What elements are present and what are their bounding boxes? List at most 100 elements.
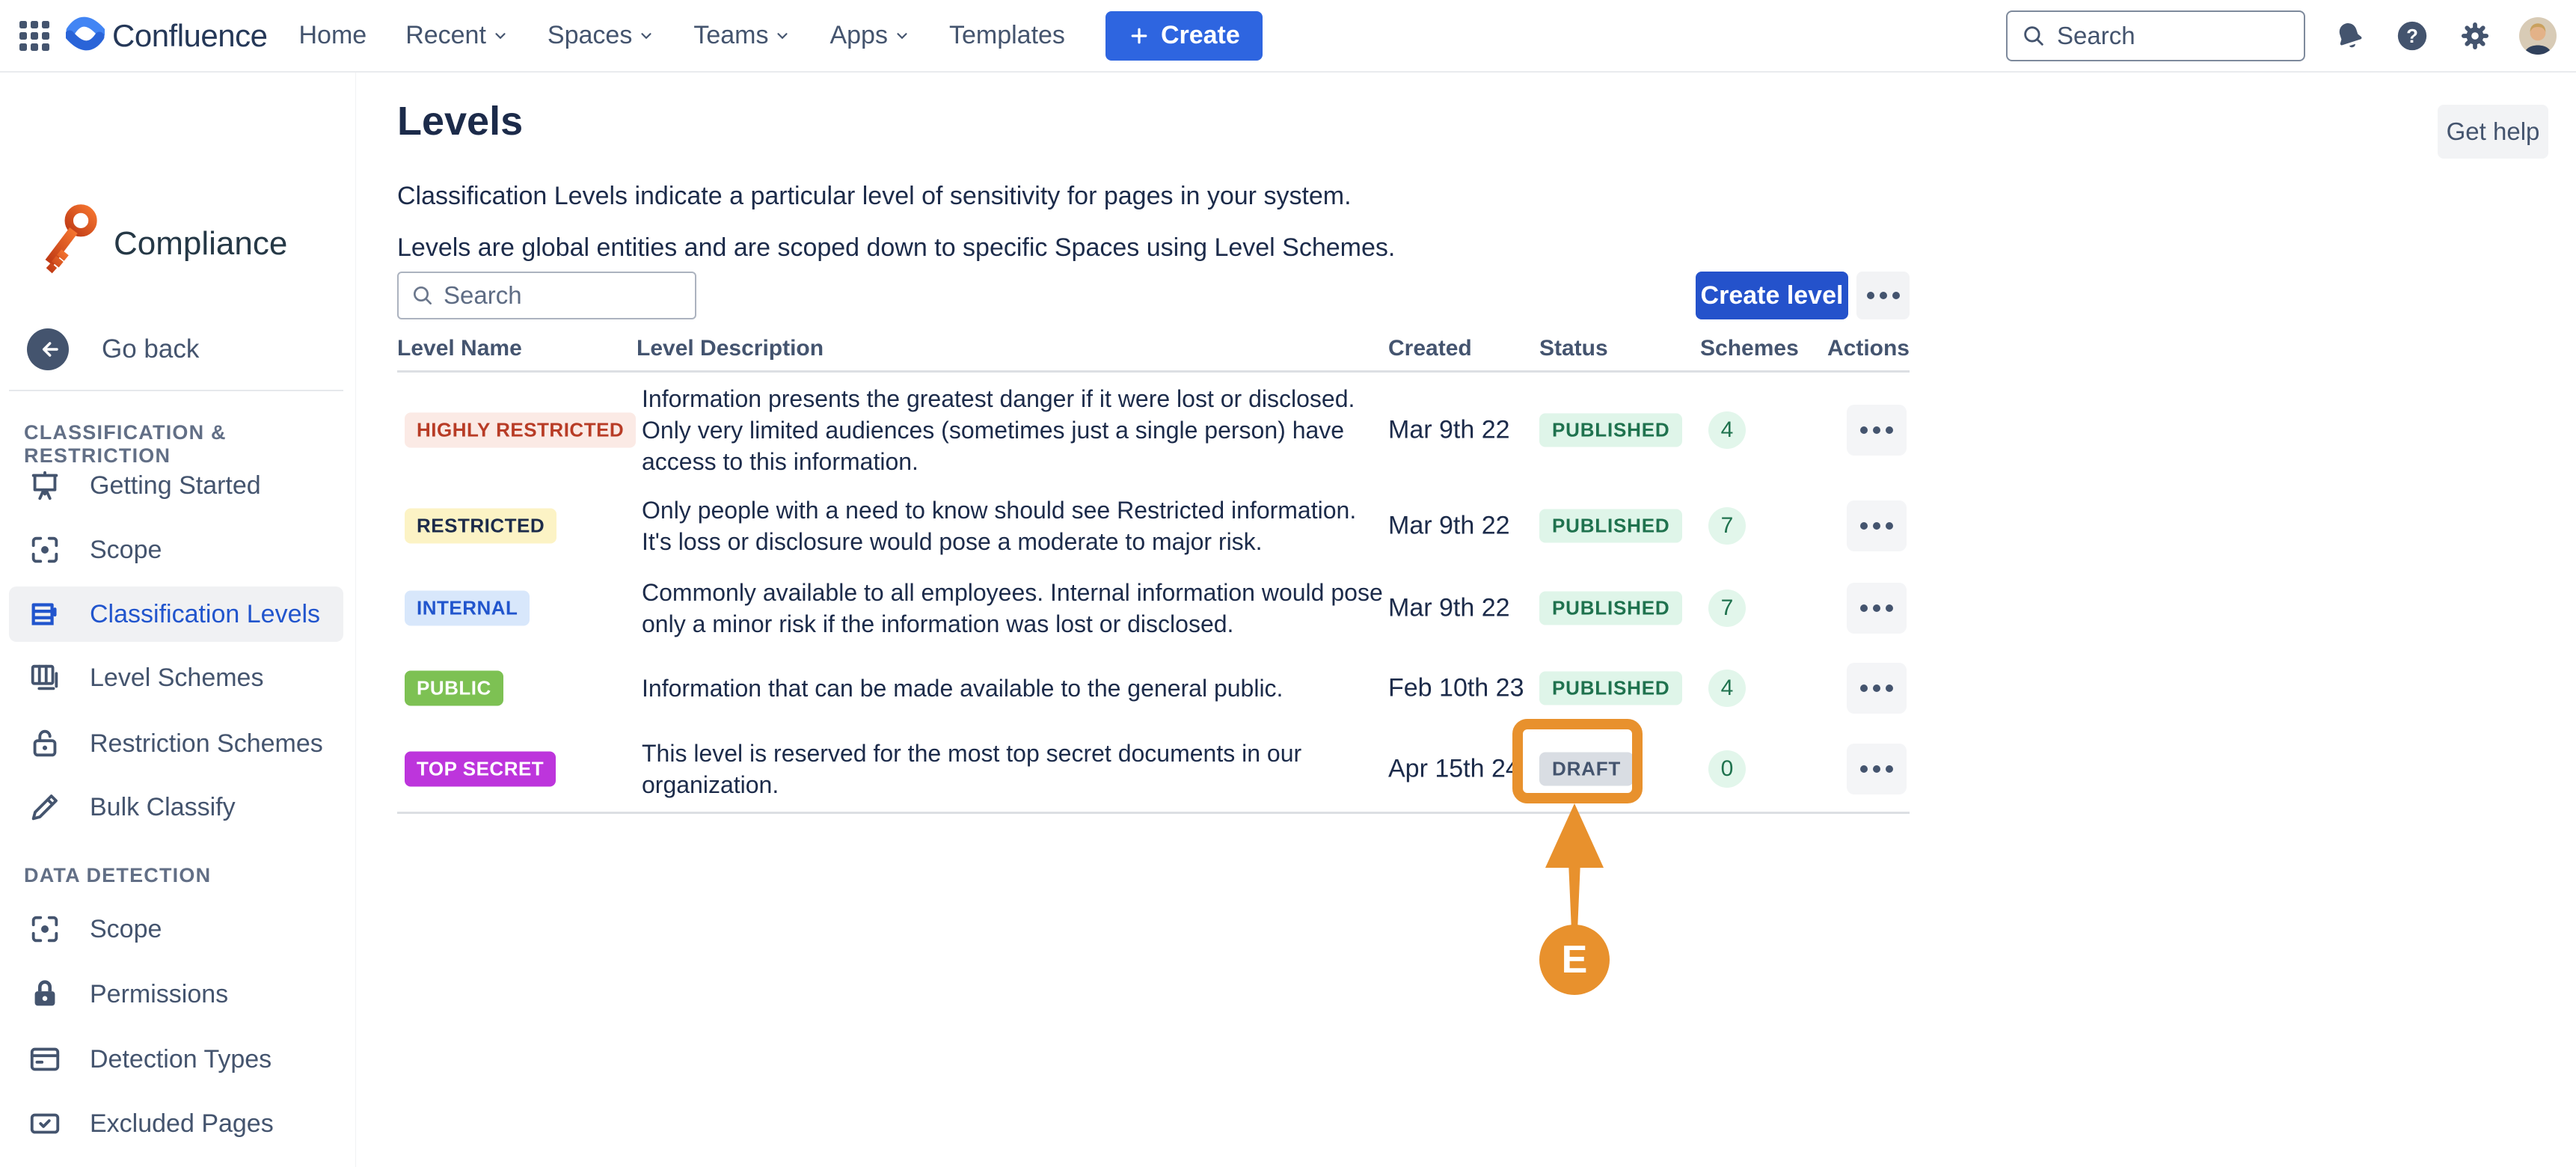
create-level-button[interactable]: Create level [1696,272,1848,319]
card-icon [27,1041,63,1077]
sidebar-item-label: Excluded Pages [90,1109,274,1139]
level-description: Information that can be made available t… [642,651,1390,726]
sidebar-item-label: Classification Levels [90,600,320,629]
confluence-brand[interactable]: Confluence [66,14,267,57]
created-date: Apr 15th 24 [1388,754,1520,783]
table-row: PUBLIC Information that can be made avai… [397,651,1910,726]
chevron-down-icon [894,28,910,44]
sidebar-item-excluded-pages[interactable]: Excluded Pages [9,1096,343,1151]
column-header-schemes: Schemes [1700,336,1799,361]
level-name-badge: RESTRICTED [405,508,556,543]
status-badge: PUBLISHED [1539,414,1682,447]
table-actions-menu-button[interactable] [1856,272,1910,319]
created-date: Mar 9th 22 [1388,593,1510,622]
row-actions-button[interactable] [1847,583,1907,634]
sidebar-item-scope[interactable]: Scope [9,522,343,578]
sidebar-item-dd-scope[interactable]: Scope [9,901,343,957]
nav-teams[interactable]: Teams [693,21,791,50]
level-description: Only people with a need to know should s… [642,486,1390,565]
sidebar-item-label: Level Schemes [90,664,263,693]
table-bottom-divider [397,812,1910,814]
chevron-down-icon [638,28,654,44]
key-icon [37,201,103,286]
table-header-divider [397,370,1910,373]
compliance-app-logo: Compliance [37,201,287,286]
chevron-down-icon [774,28,791,44]
global-search[interactable] [2006,10,2305,61]
global-search-input[interactable] [2057,22,2281,50]
created-date: Mar 9th 22 [1388,511,1510,540]
sidebar-item-label: Permissions [90,980,228,1009]
column-header-level-description: Level Description [637,336,824,361]
lock-filled-icon [27,976,63,1012]
sidebar-item-level-schemes[interactable]: Level Schemes [9,650,343,705]
plus-icon [1128,25,1150,47]
table-search-input[interactable] [444,281,668,310]
app-grid-icon[interactable] [19,21,49,51]
user-avatar[interactable] [2519,17,2557,55]
level-name-badge: INTERNAL [405,590,530,625]
chevron-down-icon [492,28,509,44]
sidebar-item-restriction-schemes[interactable]: Restriction Schemes [9,716,343,771]
focus-icon [27,532,63,568]
column-header-actions: Actions [1827,336,1910,361]
row-actions-button[interactable] [1847,500,1907,551]
nav-spaces[interactable]: Spaces [548,21,654,50]
nav-recent[interactable]: Recent [405,21,509,50]
sidebar-item-label: Detection Types [90,1045,272,1074]
settings-gear-icon[interactable] [2456,17,2494,55]
top-navigation-bar: Confluence Home Recent Spaces Teams Apps… [0,0,2576,73]
help-icon[interactable]: ? [2393,17,2431,55]
schemes-count: 4 [1708,411,1746,449]
sidebar-item-bulk-classify[interactable]: Bulk Classify [9,779,343,835]
level-name-badge: HIGHLY RESTRICTED [405,413,636,448]
sidebar-item-label: Scope [90,915,162,944]
lock-outline-icon [27,726,63,762]
table-row: HIGHLY RESTRICTED Information presents t… [397,374,1910,486]
sidebar-item-permissions[interactable]: Permissions [9,967,343,1022]
schemes-count: 7 [1708,507,1746,545]
status-badge: PUBLISHED [1539,591,1682,625]
schemes-count: 0 [1708,750,1746,788]
sidebar-item-classification-levels[interactable]: Classification Levels [9,586,343,642]
search-icon [2021,23,2046,49]
section-data-detection: DATA DETECTION [24,864,211,887]
sidebar-item-label: Scope [90,536,162,565]
created-date: Feb 10th 23 [1388,674,1524,703]
sidebar-divider [9,390,343,391]
topnav-right-cluster: ? [2006,10,2557,61]
schemes-count: 4 [1708,670,1746,707]
create-button[interactable]: Create [1105,11,1263,61]
page-description-line1: Classification Levels indicate a particu… [397,182,1352,211]
sidebar-item-label: Restriction Schemes [90,729,323,759]
row-actions-button[interactable] [1847,405,1907,456]
annotation-arrow-e: E [1526,803,1623,998]
go-back-button[interactable]: Go back [27,328,199,370]
table-row: INTERNAL Commonly available to all emplo… [397,569,1910,647]
annotation-highlight-box [1512,719,1643,803]
notifications-bell-icon[interactable] [2331,17,2368,55]
nav-apps[interactable]: Apps [829,21,910,50]
column-header-created: Created [1388,336,1472,361]
check-rect-icon [27,1106,63,1142]
page-title: Levels [397,98,523,144]
row-actions-button[interactable] [1847,744,1907,794]
table-search[interactable] [397,272,696,319]
pencil-icon [27,789,63,825]
level-name-badge: PUBLIC [405,671,503,706]
sidebar-item-excluded-data[interactable]: Excluded Data [9,1160,343,1167]
svg-text:E: E [1562,938,1588,981]
get-help-button[interactable]: Get help [2438,105,2548,159]
sidebar-item-detection-types[interactable]: Detection Types [9,1032,343,1087]
row-actions-button[interactable] [1847,663,1907,714]
nav-home[interactable]: Home [298,21,367,50]
search-icon [411,284,435,307]
column-header-level-name: Level Name [397,336,522,361]
stack-icon [27,596,63,632]
sidebar-item-getting-started[interactable]: Getting Started [9,458,343,513]
nav-templates[interactable]: Templates [949,21,1065,50]
brand-name: Confluence [112,18,267,54]
sidebar: Compliance Go back CLASSIFICATION & REST… [0,73,356,1167]
columns-icon [27,660,63,696]
arrow-left-icon [27,328,69,370]
